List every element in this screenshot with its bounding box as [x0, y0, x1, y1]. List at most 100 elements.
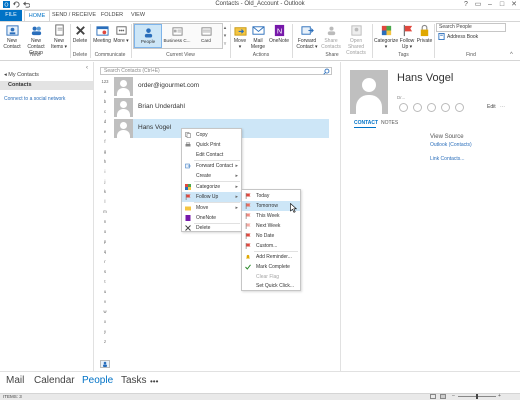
- video-icon[interactable]: [427, 103, 436, 112]
- onenote-button[interactable]: N OneNote: [268, 23, 290, 53]
- contact-card[interactable]: Brian Underdahl: [114, 98, 329, 117]
- menu-item-onenote[interactable]: OneNote: [182, 213, 241, 223]
- menu-item-next-week[interactable]: Next Week: [242, 221, 300, 231]
- im-icon[interactable]: [399, 103, 408, 112]
- menu-item-delete[interactable]: Delete: [182, 223, 241, 233]
- menu-item-categorize[interactable]: Categorize ▸: [182, 182, 241, 192]
- index-letter[interactable]: i: [101, 169, 109, 174]
- view-business-card[interactable]: Business C...: [163, 24, 191, 48]
- contact-card[interactable]: order@igourmet.com: [114, 77, 329, 96]
- tab-file[interactable]: FILE: [0, 10, 22, 21]
- send-receive-icon[interactable]: [13, 1, 20, 8]
- index-letter[interactable]: u: [101, 289, 109, 294]
- tab-notes[interactable]: NOTES: [381, 120, 398, 126]
- tab-contact[interactable]: CONTACT: [354, 120, 378, 126]
- zoom-out-button[interactable]: –: [452, 393, 455, 399]
- tab-home[interactable]: HOME: [24, 10, 50, 21]
- tab-view[interactable]: VIEW: [126, 10, 150, 21]
- normal-view-icon[interactable]: [430, 394, 436, 399]
- source-link[interactable]: Outlook (Contacts): [430, 142, 472, 148]
- menu-item-forward-contact[interactable]: Forward Contact ▸: [182, 161, 241, 171]
- menu-item-mark-complete[interactable]: Mark Complete: [242, 262, 300, 272]
- undo-icon[interactable]: [23, 1, 30, 8]
- menu-item-custom[interactable]: Custom...: [242, 241, 300, 251]
- index-letter[interactable]: 123: [101, 79, 109, 84]
- call-icon[interactable]: [413, 103, 422, 112]
- menu-item-quick-print[interactable]: Quick Print: [182, 140, 241, 150]
- index-letter[interactable]: z: [101, 339, 109, 344]
- menu-item-set-quick-click[interactable]: Set Quick Click...: [242, 281, 300, 291]
- more-communicate-button[interactable]: More ▾: [113, 23, 129, 53]
- view-card[interactable]: Card: [192, 24, 220, 48]
- help-button[interactable]: ?: [460, 0, 472, 10]
- index-letter[interactable]: n: [101, 219, 109, 224]
- search-icon[interactable]: [323, 68, 330, 75]
- new-contact-button[interactable]: New Contact: [1, 23, 23, 53]
- index-letter[interactable]: f: [101, 139, 109, 144]
- nav-people[interactable]: People: [82, 375, 113, 386]
- search-people-input[interactable]: Search People: [436, 23, 506, 32]
- my-contacts-header[interactable]: ◂ My Contacts: [4, 72, 39, 78]
- categorize-button[interactable]: Categorize ▾: [374, 23, 398, 53]
- index-letter[interactable]: h: [101, 159, 109, 164]
- index-letter[interactable]: g: [101, 149, 109, 154]
- menu-item-edit-contact[interactable]: Edit Contact: [182, 150, 241, 160]
- view-people[interactable]: People: [134, 24, 162, 48]
- share-contacts-button[interactable]: Share Contacts: [321, 23, 341, 53]
- index-letter[interactable]: l: [101, 199, 109, 204]
- minimize-button[interactable]: –: [484, 0, 496, 10]
- open-shared-contacts-button[interactable]: Open Shared Contacts: [342, 23, 370, 56]
- new-items-button[interactable]: New Items ▾: [49, 23, 69, 53]
- index-letter[interactable]: m: [101, 209, 109, 214]
- menu-item-follow-up[interactable]: Follow Up ▸: [182, 192, 241, 202]
- move-button[interactable]: Move ▾: [232, 23, 248, 53]
- edit-contact-button[interactable]: Edit: [487, 104, 496, 110]
- minimize-folder-pane-icon[interactable]: ‹: [86, 65, 88, 71]
- close-button[interactable]: ✕: [508, 0, 520, 10]
- meeting-button[interactable]: Meeting: [91, 23, 113, 53]
- address-book-button[interactable]: Address Book: [436, 33, 506, 42]
- index-letter[interactable]: x: [101, 319, 109, 324]
- reading-view-icon[interactable]: [440, 394, 446, 399]
- search-contacts-input[interactable]: Search Contacts (Ctrl+E): [100, 67, 332, 75]
- index-letter[interactable]: p: [101, 239, 109, 244]
- maximize-button[interactable]: □: [496, 0, 508, 10]
- index-letter[interactable]: w: [101, 309, 109, 314]
- index-letter[interactable]: c: [101, 109, 109, 114]
- index-letter[interactable]: r: [101, 259, 109, 264]
- index-letter[interactable]: y: [101, 329, 109, 334]
- index-letter[interactable]: v: [101, 299, 109, 304]
- index-letter[interactable]: b: [101, 99, 109, 104]
- menu-item-copy[interactable]: Copy: [182, 130, 241, 140]
- nav-tasks[interactable]: Tasks: [121, 375, 147, 386]
- nav-more-icon[interactable]: •••: [150, 377, 158, 386]
- email-icon[interactable]: [441, 103, 450, 112]
- more-options-icon[interactable]: ⋯: [500, 104, 505, 110]
- index-letter[interactable]: k: [101, 189, 109, 194]
- menu-item-today[interactable]: Today: [242, 191, 300, 201]
- index-letter[interactable]: o: [101, 229, 109, 234]
- mail-merge-button[interactable]: Mail Merge: [249, 23, 267, 53]
- nav-mail[interactable]: Mail: [6, 375, 24, 386]
- index-letter[interactable]: s: [101, 269, 109, 274]
- collapse-ribbon-icon[interactable]: ^: [510, 52, 513, 58]
- index-letter[interactable]: j: [101, 179, 109, 184]
- index-letter[interactable]: d: [101, 119, 109, 124]
- follow-up-button[interactable]: Follow Up ▾: [398, 23, 416, 53]
- folder-item-contacts[interactable]: Contacts: [0, 81, 93, 90]
- menu-item-create[interactable]: Create ▸: [182, 171, 241, 181]
- tab-send-receive[interactable]: SEND / RECEIVE: [52, 10, 96, 21]
- connect-social-network-link[interactable]: Connect to a social network: [4, 96, 65, 102]
- forward-contact-button[interactable]: Forward Contact ▾: [294, 23, 320, 53]
- tab-folder[interactable]: FOLDER: [98, 10, 126, 21]
- menu-item-no-date[interactable]: No Date: [242, 231, 300, 241]
- index-letter[interactable]: e: [101, 129, 109, 134]
- contact-list-view-toggle[interactable]: [100, 360, 110, 368]
- zoom-in-button[interactable]: +: [498, 393, 501, 399]
- index-letter[interactable]: t: [101, 279, 109, 284]
- menu-item-move[interactable]: Move ▸: [182, 203, 241, 213]
- index-letter[interactable]: q: [101, 249, 109, 254]
- delete-button[interactable]: Delete: [71, 23, 89, 53]
- private-button[interactable]: Private: [416, 23, 433, 53]
- menu-item-add-reminder[interactable]: Add Reminder...: [242, 252, 300, 262]
